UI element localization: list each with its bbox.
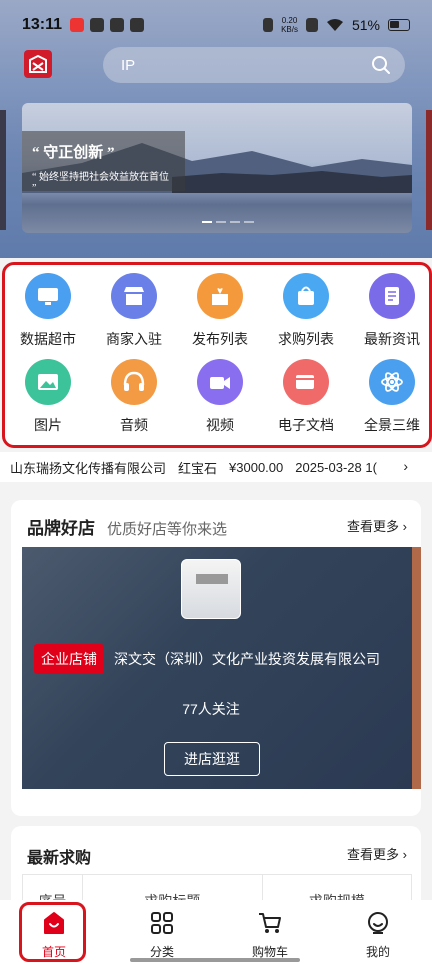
category-panorama-3d[interactable]: 全景三维 — [349, 359, 432, 435]
wifi-icon — [326, 19, 343, 31]
chevron-right-icon[interactable]: › — [403, 458, 408, 474]
category-grid: 数据超市 商家入驻 发布列表 求购列表 最新资讯 图片 音频 视频 电子文档 全… — [2, 262, 432, 448]
banner-title: “ 守正创新 ” — [32, 145, 115, 161]
store-followers: 77人关注 — [182, 701, 240, 717]
category-label: 求购列表 — [278, 331, 334, 347]
battery-percent: 51% — [351, 17, 380, 33]
sim-icon — [305, 18, 318, 32]
speed-unit: KB/s — [281, 25, 298, 34]
category-label: 最新资讯 — [364, 331, 420, 347]
category-label: 数据超市 — [20, 331, 76, 347]
wanted-view-more-link[interactable]: 查看更多 › — [347, 844, 407, 863]
speed-value: 0.20 — [281, 16, 298, 25]
profile-icon — [368, 912, 388, 934]
home-indicator — [130, 958, 300, 962]
weibo-icon — [70, 18, 85, 32]
tab-cart[interactable]: 购物车 — [216, 900, 324, 964]
status-bar: 13:11 0.20 KB/s 51% — [0, 0, 432, 50]
view-more-label: 查看更多 — [347, 519, 400, 534]
banner-caption: “ 守正创新 ” “ 始终坚持把社会效益放在首位 ” — [22, 131, 185, 194]
store-type-badge: 企业店铺 — [34, 644, 104, 674]
logo-icon — [29, 54, 47, 73]
battery-icon — [388, 19, 410, 31]
ticker-date: 2025-03-28 1( — [295, 459, 377, 475]
search-bar[interactable]: IP — [103, 47, 405, 83]
category-publish-list[interactable]: 发布列表 — [177, 273, 263, 349]
tab-label: 我的 — [365, 945, 390, 959]
category-label: 商家入驻 — [106, 331, 162, 347]
category-video[interactable]: 视频 — [177, 359, 263, 435]
document-icon — [283, 359, 329, 405]
store-card[interactable]: 企业店铺 深文交（深圳）文化产业投资发展有限公司 77人关注 进店逛逛 — [22, 547, 412, 789]
banner-next-peek — [426, 110, 432, 230]
category-label: 电子文档 — [278, 417, 334, 433]
grid-icon — [151, 912, 173, 934]
news-icon — [369, 273, 415, 319]
category-latest-news[interactable]: 最新资讯 — [349, 273, 432, 349]
chevron-right-icon: › — [402, 519, 407, 534]
headphones-icon — [111, 359, 157, 405]
home-tab-highlight — [19, 902, 86, 962]
image-icon — [25, 359, 71, 405]
category-merchant-join[interactable]: 商家入驻 — [91, 273, 177, 349]
search-icon[interactable] — [371, 55, 391, 75]
tab-category[interactable]: 分类 — [108, 900, 216, 964]
category-label: 音频 — [120, 417, 148, 433]
vibrate-icon — [263, 18, 274, 32]
carousel-dots — [202, 221, 254, 223]
banner-prev-peek — [0, 110, 6, 230]
chevron-right-icon: › — [402, 847, 407, 862]
next-store-peek — [412, 547, 421, 789]
banner-carousel[interactable]: “ 守正创新 ” “ 始终坚持把社会效益放在首位 ” — [22, 103, 412, 233]
transaction-ticker[interactable]: 山东瑞扬文化传播有限公司 红宝石 ¥3000.00 2025-03-28 1( … — [0, 452, 432, 482]
tab-profile[interactable]: 我的 — [324, 900, 432, 964]
category-label: 图片 — [34, 417, 62, 433]
shopping-bag-icon — [283, 273, 329, 319]
ticker-company: 山东瑞扬文化传播有限公司 — [10, 460, 167, 476]
status-time: 13:11 — [22, 16, 63, 33]
app-icon — [110, 18, 125, 32]
category-label: 发布列表 — [192, 331, 248, 347]
network-speed: 0.20 KB/s — [281, 16, 298, 34]
search-input[interactable]: IP — [121, 57, 135, 74]
gift-box-icon — [197, 273, 243, 319]
section-title: 品牌好店 — [27, 519, 95, 538]
section-subtitle: 优质好店等你来选 — [107, 521, 228, 538]
brand-view-more-link[interactable]: 查看更多 › — [347, 516, 407, 535]
atom-icon — [369, 359, 415, 405]
view-more-label: 查看更多 — [347, 847, 400, 862]
app-icon — [130, 18, 145, 32]
ticker-price: ¥3000.00 — [229, 459, 284, 475]
notification-icons — [70, 18, 145, 32]
category-label: 视频 — [206, 417, 234, 433]
app-icon — [90, 18, 105, 32]
monitor-icon — [25, 273, 71, 319]
video-camera-icon — [197, 359, 243, 405]
store-name: 深文交（深圳）文化产业投资发展有限公司 — [114, 651, 380, 667]
category-e-documents[interactable]: 电子文档 — [263, 359, 349, 435]
section-title: 最新求购 — [27, 850, 92, 867]
category-wanted-list[interactable]: 求购列表 — [263, 273, 349, 349]
store-icon — [111, 273, 157, 319]
category-images[interactable]: 图片 — [5, 359, 91, 435]
ticker-item: 红宝石 — [178, 460, 218, 476]
category-audio[interactable]: 音频 — [91, 359, 177, 435]
banner-subtitle: “ 始终坚持把社会效益放在首位 ” — [32, 172, 169, 194]
enter-store-button[interactable]: 进店逛逛 — [164, 742, 260, 776]
app-logo[interactable] — [24, 50, 52, 78]
brand-stores-card: 品牌好店 优质好店等你来选 查看更多 › 企业店铺 深文交（深圳）文化产业投资发… — [11, 500, 421, 816]
store-thumbnail — [181, 559, 241, 619]
category-label: 全景三维 — [364, 417, 420, 433]
cart-icon — [259, 913, 281, 933]
category-data-market[interactable]: 数据超市 — [5, 273, 91, 349]
